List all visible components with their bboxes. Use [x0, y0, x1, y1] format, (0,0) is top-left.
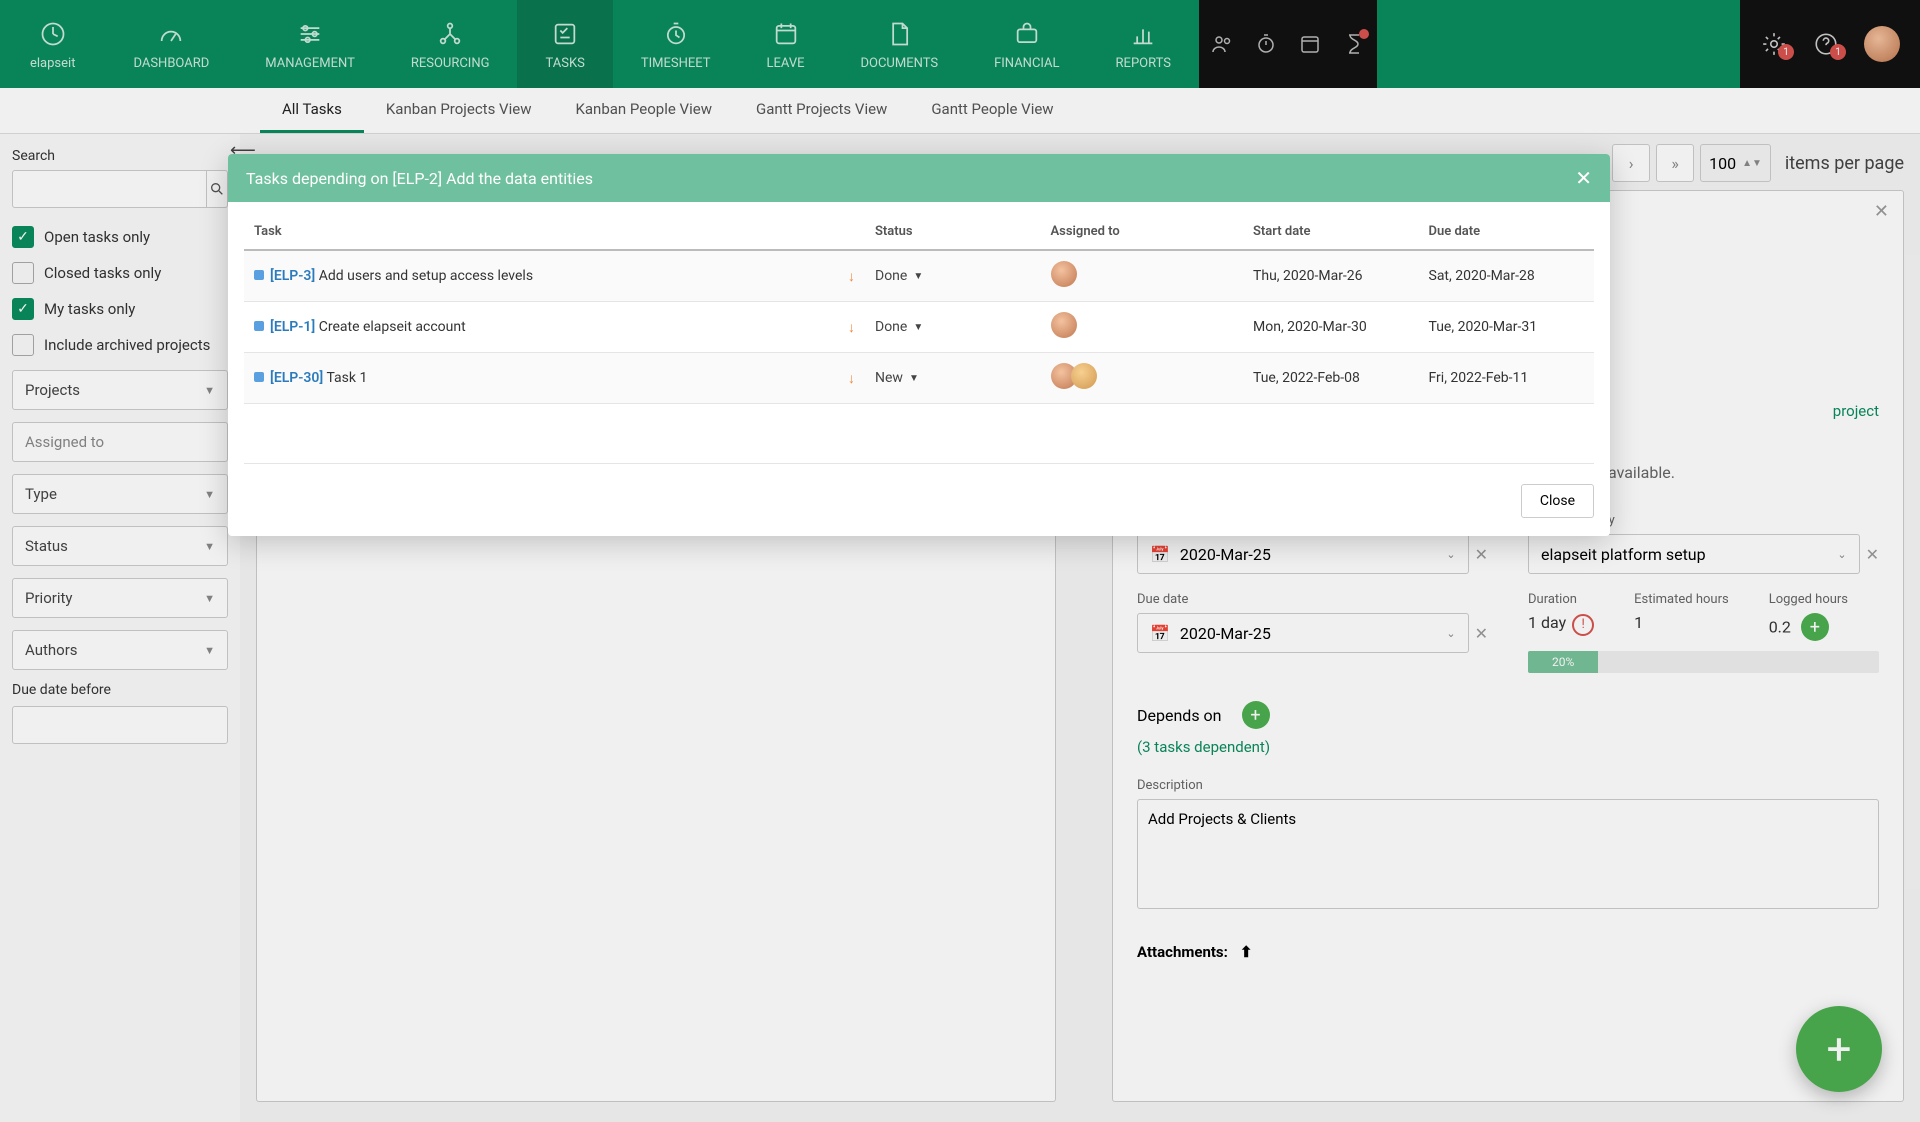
task-id: [ELP-1] [270, 319, 315, 335]
col-status: Status [865, 216, 1041, 250]
start-date: Thu, 2020-Mar-26 [1243, 250, 1419, 302]
task-id: [ELP-30] [270, 370, 323, 386]
table-row[interactable]: [ELP-3] Add users and setup access level… [244, 250, 1594, 302]
task-name: Add users and setup access levels [319, 268, 533, 284]
caret-icon: ▼ [909, 373, 919, 384]
col-task: Task [244, 216, 865, 250]
dependencies-table: Task Status Assigned to Start date Due d… [244, 216, 1594, 404]
status-select[interactable]: Done ▼ [875, 319, 923, 335]
assignee-avatar [1071, 363, 1097, 389]
col-assigned: Assigned to [1041, 216, 1244, 250]
table-row[interactable]: [ELP-30] Task 1↓ New ▼ Tue, 2022-Feb-08 … [244, 353, 1594, 404]
assignee-avatar [1051, 261, 1077, 287]
task-id: [ELP-3] [270, 268, 315, 284]
status-select[interactable]: Done ▼ [875, 268, 923, 284]
caret-icon: ▼ [913, 271, 923, 282]
caret-icon: ▼ [913, 322, 923, 333]
task-type-icon [254, 372, 264, 382]
due-date: Sat, 2020-Mar-28 [1419, 250, 1595, 302]
task-name: Task 1 [326, 370, 367, 386]
col-start: Start date [1243, 216, 1419, 250]
task-name: Create elapseit account [319, 319, 466, 335]
status-value: New [875, 370, 903, 386]
close-icon[interactable]: ✕ [1575, 166, 1592, 190]
modal-title: Tasks depending on [ELP-2] Add the data … [246, 169, 593, 188]
task-type-icon [254, 270, 264, 280]
dependencies-modal: Tasks depending on [ELP-2] Add the data … [228, 154, 1610, 536]
priority-arrow-icon: ↓ [848, 268, 855, 285]
status-select[interactable]: New ▼ [875, 370, 919, 386]
due-date: Tue, 2020-Mar-31 [1419, 302, 1595, 353]
status-value: Done [875, 319, 907, 335]
priority-arrow-icon: ↓ [848, 319, 855, 336]
priority-arrow-icon: ↓ [848, 370, 855, 387]
due-date: Fri, 2022-Feb-11 [1419, 353, 1595, 404]
status-value: Done [875, 268, 907, 284]
col-due: Due date [1419, 216, 1595, 250]
start-date: Mon, 2020-Mar-30 [1243, 302, 1419, 353]
modal-header: Tasks depending on [ELP-2] Add the data … [228, 154, 1610, 202]
table-row[interactable]: [ELP-1] Create elapseit account↓ Done ▼ … [244, 302, 1594, 353]
start-date: Tue, 2022-Feb-08 [1243, 353, 1419, 404]
assignee-avatar [1051, 312, 1077, 338]
close-button[interactable]: Close [1521, 484, 1594, 518]
task-type-icon [254, 321, 264, 331]
